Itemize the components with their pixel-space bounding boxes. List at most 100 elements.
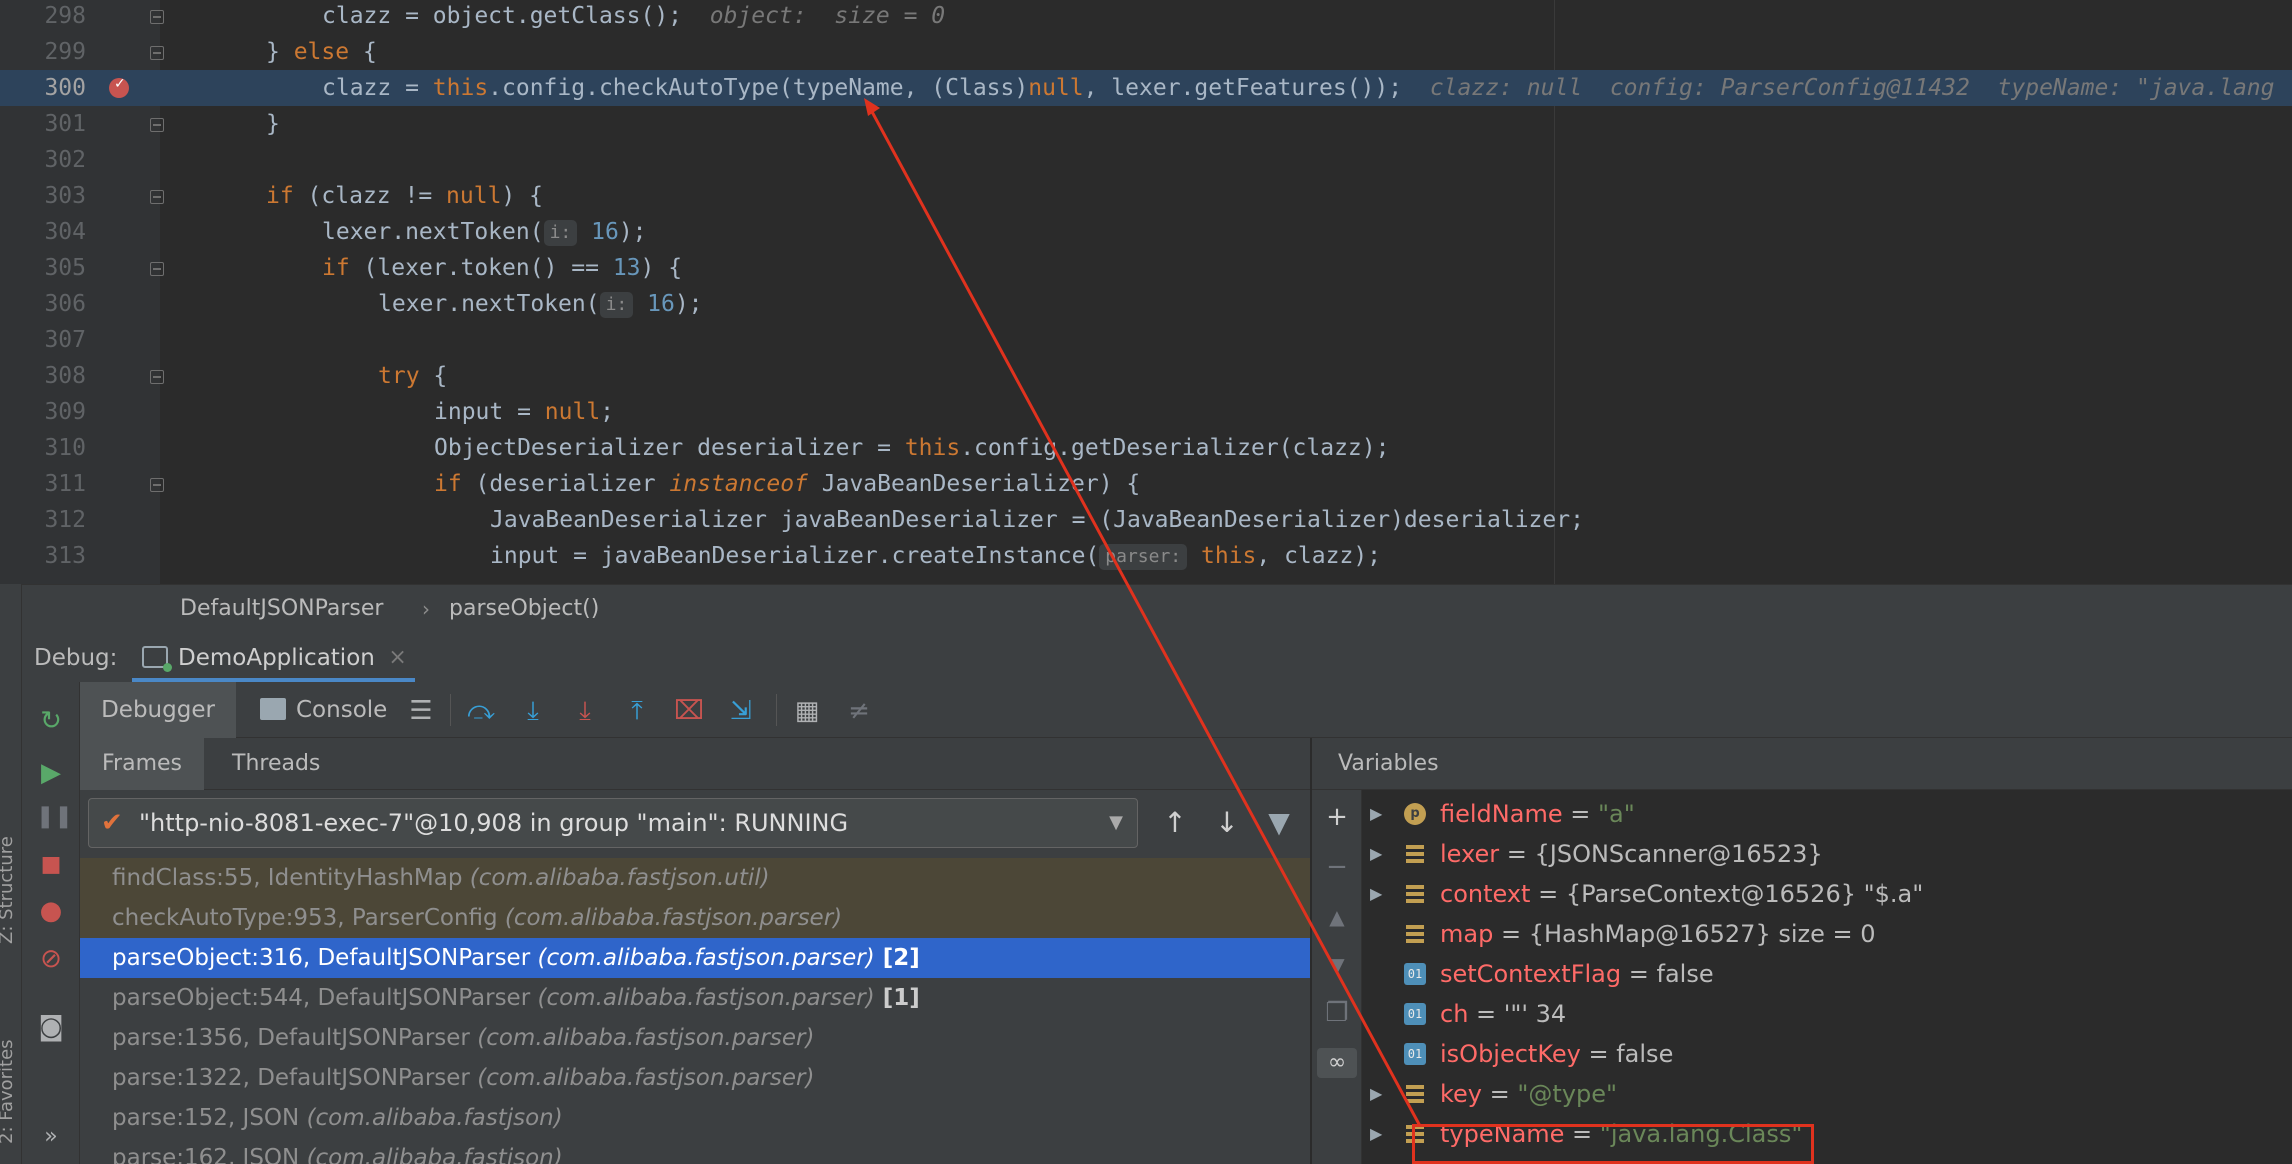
code-line-309[interactable]: 309 input = null;	[0, 394, 2292, 430]
code-text: JavaBeanDeserializer javaBeanDeserialize…	[490, 507, 1584, 533]
frame-item-selected[interactable]: parseObject:316, DefaultJSONParser (com.…	[80, 938, 1310, 978]
tab-frames[interactable]: Frames	[80, 738, 205, 790]
more-icon[interactable]: »	[36, 1122, 66, 1152]
frame-item[interactable]: parse:152, JSON (com.alibaba.fastjson)	[80, 1098, 1310, 1138]
expand-icon[interactable]: ▶	[1370, 874, 1382, 914]
code-line-300-current[interactable]: 300 clazz = this.config.checkAutoType(ty…	[0, 70, 2292, 106]
pause-icon[interactable]: ❚❚	[36, 802, 73, 832]
code-line-313[interactable]: 313 input = javaBeanDeserializer.createI…	[0, 538, 2292, 574]
add-watch-icon[interactable]: +	[1322, 802, 1352, 832]
field-icon	[1404, 923, 1426, 945]
line-number: 298	[44, 3, 86, 29]
breakpoint-icon[interactable]	[109, 76, 129, 98]
code-line-301[interactable]: 301 }	[0, 106, 2292, 142]
previous-frame-icon[interactable]: ↑	[1158, 806, 1192, 840]
code-line-303[interactable]: 303 if (clazz != null) {	[0, 178, 2292, 214]
evaluate-expression-icon[interactable]: ▦	[792, 696, 822, 726]
structure-tool-label[interactable]: Z: Structure	[0, 836, 17, 944]
frame-item[interactable]: parse:1322, DefaultJSONParser (com.aliba…	[80, 1058, 1310, 1098]
variable-row[interactable]: 01 ch = '"' 34	[1362, 994, 2292, 1034]
code-line-311[interactable]: 311 if (deserializer instanceof JavaBean…	[0, 466, 2292, 502]
code-line-299[interactable]: 299 } else {	[0, 34, 2292, 70]
run-to-cursor-icon[interactable]: ⇲	[726, 696, 756, 726]
code-line-298[interactable]: 298 clazz = object.getClass(); object: s…	[0, 0, 2292, 34]
breadcrumb-class[interactable]: DefaultJSONParser	[180, 585, 383, 633]
remove-watch-icon[interactable]: −	[1322, 852, 1352, 882]
move-down-icon[interactable]: ▼	[1322, 950, 1352, 980]
breadcrumb-method[interactable]: parseObject()	[449, 585, 599, 633]
code-line-306[interactable]: 306 lexer.nextToken(i: 16);	[0, 286, 2292, 322]
code-text: input = javaBeanDeserializer.createInsta…	[490, 543, 1382, 570]
variable-row[interactable]: ▶ p fieldName = "a"	[1362, 794, 2292, 834]
camera-icon[interactable]: ◙	[36, 1012, 66, 1042]
debugger-toolbar: Debugger Console ☰ ⤼ ⤓ ⤓ ⤒ ⌧ ⇲ ▦ ≠	[80, 682, 2292, 738]
code-text: } else {	[266, 39, 377, 65]
close-icon[interactable]: ×	[388, 634, 406, 682]
field-icon	[1404, 1083, 1426, 1105]
fold-marker[interactable]	[150, 190, 164, 204]
highlight-annotation-box	[1412, 1124, 1814, 1164]
primitive-icon: 01	[1404, 1043, 1426, 1065]
variable-row[interactable]: ▶ key = "@type"	[1362, 1074, 2292, 1114]
move-up-icon[interactable]: ▲	[1322, 902, 1352, 932]
run-configuration-tab[interactable]: DemoApplication ×	[132, 634, 415, 682]
copy-icon[interactable]: ❐	[1322, 998, 1352, 1028]
step-over-icon[interactable]: ⤼	[466, 696, 496, 726]
variable-row[interactable]: 01 setContextFlag = false	[1362, 954, 2292, 994]
menu-icon[interactable]: ☰	[406, 696, 436, 726]
trace-stream-icon[interactable]: ≠	[844, 696, 874, 726]
fold-marker[interactable]	[150, 10, 164, 24]
frame-item[interactable]: parseObject:544, DefaultJSONParser (com.…	[80, 978, 1310, 1018]
force-step-into-icon[interactable]: ⤓	[570, 696, 600, 726]
frame-item[interactable]: findClass:55, IdentityHashMap (com.aliba…	[80, 858, 1310, 898]
tab-debugger[interactable]: Debugger	[80, 682, 236, 738]
drop-frame-icon[interactable]: ⌧	[674, 696, 704, 726]
variable-row[interactable]: 01 isObjectKey = false	[1362, 1034, 2292, 1074]
rerun-icon[interactable]: ↻	[36, 706, 66, 736]
step-into-icon[interactable]: ⤓	[518, 696, 548, 726]
step-out-icon[interactable]: ⤒	[622, 696, 652, 726]
tab-threads[interactable]: Threads	[210, 738, 342, 790]
breadcrumb-separator: ›	[422, 597, 430, 621]
frame-item[interactable]: parse:1356, DefaultJSONParser (com.aliba…	[80, 1018, 1310, 1058]
fold-marker[interactable]	[150, 478, 164, 492]
code-line-302[interactable]: 302	[0, 142, 2292, 178]
fold-marker[interactable]	[150, 118, 164, 132]
variable-row[interactable]: ▶ lexer = {JSONScanner@16523}	[1362, 834, 2292, 874]
code-line-310[interactable]: 310 ObjectDeserializer deserializer = th…	[0, 430, 2292, 466]
resume-icon[interactable]: ▶	[36, 758, 66, 788]
frame-item[interactable]: checkAutoType:953, ParserConfig (com.ali…	[80, 898, 1310, 938]
view-breakpoints-icon[interactable]: ●	[36, 896, 66, 926]
code-line-308[interactable]: 308 try {	[0, 358, 2292, 394]
expand-icon[interactable]: ▶	[1370, 1114, 1382, 1154]
favorites-tool-label[interactable]: 2: Favorites	[0, 1039, 17, 1144]
code-line-305[interactable]: 305 if (lexer.token() == 13) {	[0, 250, 2292, 286]
code-text: clazz = object.getClass(); object: size …	[322, 3, 946, 29]
expand-icon[interactable]: ▶	[1370, 1074, 1382, 1114]
variable-row[interactable]: map = {HashMap@16527} size = 0	[1362, 914, 2292, 954]
frame-item[interactable]: parse:162, JSON (com.alibaba.fastjson)	[80, 1138, 1310, 1164]
fold-marker[interactable]	[150, 262, 164, 276]
filter-icon[interactable]: ▼	[1262, 806, 1296, 840]
mute-breakpoints-icon[interactable]: ⊘	[36, 944, 66, 974]
variable-row[interactable]: ▶ context = {ParseContext@16526} "$.a"	[1362, 874, 2292, 914]
code-line-304[interactable]: 304 lexer.nextToken(i: 16);	[0, 214, 2292, 250]
line-number: 302	[44, 147, 86, 173]
stop-icon[interactable]: ■	[36, 850, 66, 880]
fold-marker[interactable]	[150, 370, 164, 384]
code-text: ObjectDeserializer deserializer = this.c…	[434, 435, 1390, 461]
parameter-hint: i:	[543, 220, 578, 246]
code-line-307[interactable]: 307	[0, 322, 2292, 358]
expand-icon[interactable]: ▶	[1370, 834, 1382, 874]
code-editor[interactable]: 298 clazz = object.getClass(); object: s…	[0, 0, 2292, 584]
next-frame-icon[interactable]: ↓	[1210, 806, 1244, 840]
show-watches-icon[interactable]: ∞	[1317, 1048, 1357, 1078]
fold-marker[interactable]	[150, 46, 164, 60]
expand-icon[interactable]: ▶	[1370, 794, 1382, 834]
code-line-312[interactable]: 312 JavaBeanDeserializer javaBeanDeseria…	[0, 502, 2292, 538]
line-number: 306	[44, 291, 86, 317]
thread-dropdown[interactable]: ✔ "http-nio-8081-exec-7"@10,908 in group…	[88, 798, 1138, 848]
tab-console[interactable]: Console	[256, 682, 387, 738]
debug-actions-column: ↻ ▶ ❚❚ ■ ● ⊘ ◙ »	[22, 682, 80, 1164]
code-text: }	[266, 111, 280, 137]
